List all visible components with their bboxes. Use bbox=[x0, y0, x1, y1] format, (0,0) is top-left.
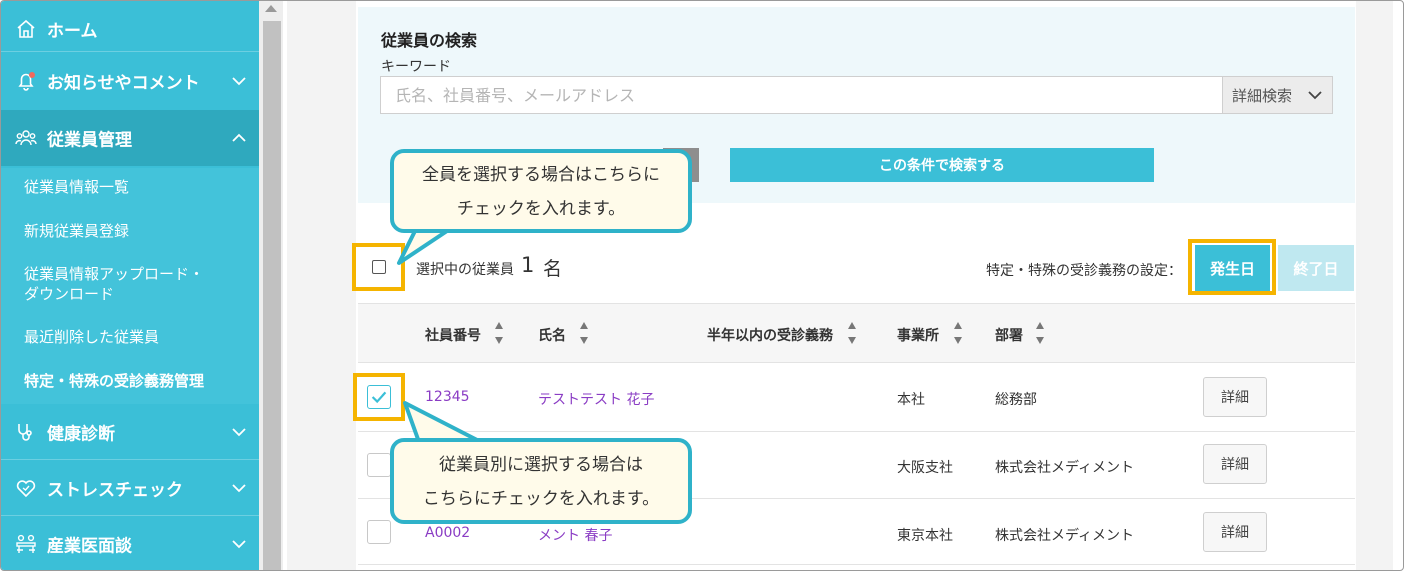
sort-icon[interactable] bbox=[1035, 321, 1045, 345]
stethoscope-icon bbox=[18, 424, 32, 441]
sort-icon[interactable] bbox=[847, 321, 857, 345]
sidebar-item-label: 健康診断 bbox=[47, 424, 115, 445]
sidebar-item-notices[interactable]: お知らせやコメント bbox=[1, 53, 259, 109]
sidebar-item-label: 従業員管理 bbox=[47, 130, 132, 151]
column-header-employee-id[interactable]: 社員番号 bbox=[425, 325, 481, 345]
submenu-item-new-employee[interactable]: 新規従業員登録 bbox=[24, 221, 129, 241]
chevron-down-icon bbox=[232, 540, 246, 549]
row-checkbox[interactable] bbox=[367, 385, 391, 409]
sidebar-item-label: ストレスチェック bbox=[47, 480, 183, 501]
select-all-checkbox[interactable] bbox=[372, 260, 386, 274]
submenu-item-deleted-employees[interactable]: 最近削除した従業員 bbox=[24, 327, 159, 347]
detail-search-label: 詳細検索 bbox=[1232, 86, 1293, 105]
chevron-up-icon bbox=[232, 133, 246, 142]
search-input[interactable] bbox=[380, 76, 1223, 114]
column-header-department[interactable]: 部署 bbox=[995, 325, 1023, 345]
bell-icon bbox=[18, 72, 35, 91]
app-frame: ホーム お知らせやコメント 従業員管理 従業員情報一覧 新規従業員登録 従業員情… bbox=[0, 0, 1404, 571]
check-icon bbox=[371, 391, 387, 404]
home-icon bbox=[17, 19, 35, 38]
detail-button[interactable]: 詳細 bbox=[1203, 377, 1267, 417]
end-date-button[interactable]: 終了日 bbox=[1278, 245, 1354, 291]
office-cell: 本社 bbox=[897, 392, 925, 408]
submenu-item-obligation-management[interactable]: 特定・特殊の受診義務管理 bbox=[24, 371, 204, 391]
sidebar-item-employee-management[interactable]: 従業員管理 bbox=[1, 110, 259, 166]
detail-button[interactable]: 詳細 bbox=[1203, 444, 1267, 484]
divider bbox=[1, 51, 259, 52]
employee-name-link[interactable]: メント 春子 bbox=[538, 525, 612, 545]
select-each-callout: 従業員別に選択する場合は こちらにチェックを入れます。 bbox=[390, 438, 692, 524]
search-submit-button[interactable]: この条件で検索する bbox=[730, 148, 1154, 182]
detail-search-dropdown[interactable]: 詳細検索 bbox=[1223, 76, 1333, 114]
sidebar-item-health-checkup[interactable]: 健康診断 bbox=[1, 404, 259, 460]
column-header-name[interactable]: 氏名 bbox=[538, 325, 566, 345]
sidebar-item-doctor-interview[interactable]: 産業医面談 bbox=[1, 516, 259, 570]
employee-submenu: 従業員情報一覧 新規従業員登録 従業員情報アップロード・ ダウンロード 最近削除… bbox=[1, 168, 259, 404]
people-icon bbox=[15, 130, 37, 146]
heart-icon bbox=[16, 480, 36, 498]
department-cell: 株式会社メディメント bbox=[995, 460, 1135, 476]
employee-name-link[interactable]: テストテスト 花子 bbox=[538, 389, 654, 409]
selected-count: 1 bbox=[521, 253, 535, 277]
department-cell: 総務部 bbox=[995, 392, 1037, 408]
sort-icon[interactable] bbox=[494, 321, 504, 345]
scroll-up-arrow-icon[interactable] bbox=[265, 5, 277, 12]
select-all-callout: 全員を選択する場合はこちらに チェックを入れます。 bbox=[390, 149, 692, 233]
detail-button[interactable]: 詳細 bbox=[1203, 512, 1267, 552]
sidebar-item-label: ホーム bbox=[47, 21, 98, 42]
sort-icon[interactable] bbox=[953, 321, 963, 345]
column-header-office[interactable]: 事業所 bbox=[897, 325, 939, 345]
employee-id-link[interactable]: 12345 bbox=[425, 389, 470, 405]
callout-text: こちらにチェックを入れます。 bbox=[422, 489, 660, 509]
submenu-item-upload-download[interactable]: 従業員情報アップロード・ bbox=[24, 264, 204, 284]
meeting-icon bbox=[16, 534, 36, 553]
sort-icon[interactable] bbox=[579, 321, 589, 345]
sidebar-item-stress-check[interactable]: ストレスチェック bbox=[1, 460, 259, 516]
callout-text: 全員を選択する場合はこちらに bbox=[422, 165, 660, 185]
chevron-down-icon bbox=[232, 484, 246, 493]
row-checkbox[interactable] bbox=[367, 520, 391, 544]
sidebar-item-label: 産業医面談 bbox=[47, 536, 132, 557]
selected-count-unit: 名 bbox=[543, 258, 563, 280]
office-cell: 東京本社 bbox=[897, 528, 953, 544]
selected-employees-label: 選択中の従業員 bbox=[416, 262, 514, 278]
callout-text: チェックを入れます。 bbox=[456, 199, 626, 219]
callout-text: 従業員別に選択する場合は bbox=[439, 455, 643, 475]
office-cell: 大阪支社 bbox=[897, 460, 953, 476]
keyword-label: キーワード bbox=[381, 59, 451, 75]
chevron-down-icon bbox=[232, 428, 246, 437]
scrollbar-thumb[interactable] bbox=[263, 21, 281, 570]
obligation-setting-label: 特定・特殊の受診義務の設定： bbox=[986, 263, 1182, 279]
chevron-down-icon bbox=[1308, 91, 1322, 100]
start-date-button[interactable]: 発生日 bbox=[1195, 245, 1270, 291]
submenu-item-upload-download-line2[interactable]: ダウンロード bbox=[24, 284, 114, 304]
department-cell: 株式会社メディメント bbox=[995, 528, 1135, 544]
sidebar-item-label: お知らせやコメント bbox=[47, 73, 200, 94]
column-header-obligation[interactable]: 半年以内の受診義務 bbox=[707, 325, 833, 345]
row-divider bbox=[358, 564, 1355, 565]
chevron-down-icon bbox=[232, 77, 246, 86]
sidebar-item-home[interactable]: ホーム bbox=[1, 1, 259, 57]
submenu-item-employee-list[interactable]: 従業員情報一覧 bbox=[24, 177, 129, 197]
row-checkbox[interactable] bbox=[367, 453, 391, 477]
employee-id-link[interactable]: A0002 bbox=[425, 525, 470, 541]
search-title: 従業員の検索 bbox=[381, 31, 478, 50]
sidebar: ホーム お知らせやコメント 従業員管理 従業員情報一覧 新規従業員登録 従業員情… bbox=[1, 1, 259, 570]
row-divider bbox=[358, 431, 1355, 432]
